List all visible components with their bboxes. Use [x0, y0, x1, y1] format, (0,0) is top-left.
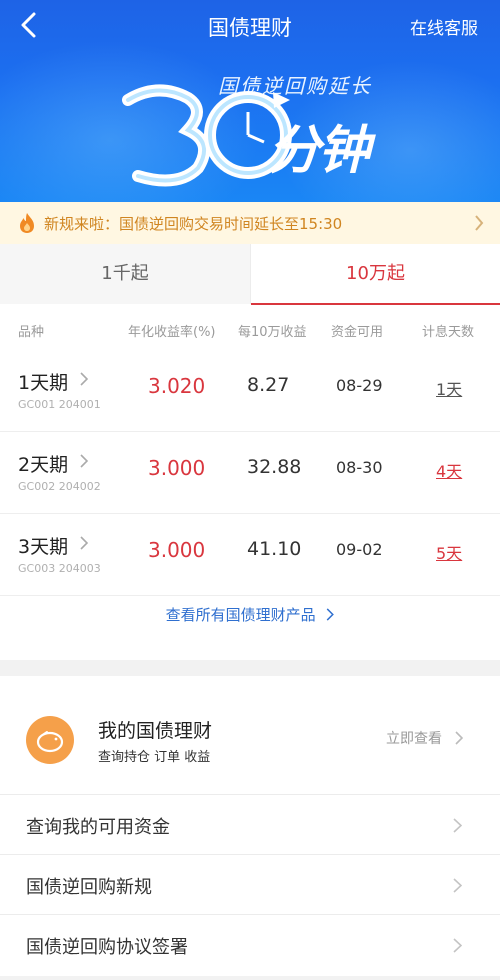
product-days-link[interactable]: 1天: [436, 376, 462, 400]
chevron-right-icon: [80, 536, 88, 550]
product-row[interactable]: 3天期 GC003 204003 3.000 41.10 09-02 5天: [0, 514, 500, 596]
menu-item-available-funds[interactable]: 查询我的可用资金: [0, 794, 500, 854]
col-header-days: 计息天数: [422, 325, 475, 340]
chevron-right-icon: [327, 608, 335, 621]
product-code: GC003 204003: [18, 562, 101, 575]
product-earning: 32.88: [247, 456, 302, 478]
col-header-earning: 每10万收益: [238, 325, 307, 340]
notice-bar[interactable]: 新规来啦：国债逆回购交易时间延长至15:30: [0, 202, 500, 244]
tab-1k[interactable]: 1千起: [0, 244, 250, 304]
chevron-right-icon: [475, 215, 484, 231]
menu-item-new-rules[interactable]: 国债逆回购新规: [0, 854, 500, 914]
chevron-right-icon: [80, 454, 88, 468]
product-row[interactable]: 1天期 GC001 204001 3.020 8.27 08-29 1天: [0, 350, 500, 432]
promo-banner: 国债理财 在线客服 国债逆回购延长 分钟: [0, 0, 500, 202]
chevron-right-icon: [455, 731, 463, 745]
view-all-label: 查看所有国债理财产品: [165, 606, 316, 624]
product-name: 3天期: [18, 536, 69, 558]
product-name: 2天期: [18, 454, 69, 476]
view-now-link[interactable]: 立即查看: [386, 728, 442, 748]
my-investments-title: 我的国债理财: [98, 720, 213, 742]
product-card: 1千起 10万起 品种 年化收益率(%) 每10万收益 资金可用 计息天数 1天…: [0, 244, 500, 660]
my-investments-subtitle: 查询持仓 订单 收益: [98, 750, 211, 765]
chevron-right-icon: [453, 878, 462, 893]
product-available-date: 09-02: [336, 540, 383, 559]
product-row[interactable]: 2天期 GC002 204002 3.000 32.88 08-30 4天: [0, 432, 500, 514]
online-customer-service-link[interactable]: 在线客服: [410, 14, 478, 39]
product-code: GC002 204002: [18, 480, 101, 493]
product-rate: 3.000: [148, 538, 206, 562]
product-days-link[interactable]: 5天: [436, 540, 462, 564]
menu-item-label: 国债逆回购协议签署: [26, 937, 188, 958]
amount-tabs: 1千起 10万起: [0, 244, 500, 305]
promo-unit: 分钟: [268, 121, 370, 181]
product-name: 1天期: [18, 372, 69, 394]
menu-item-label: 国债逆回购新规: [26, 877, 152, 898]
product-earning: 41.10: [247, 538, 302, 560]
tab-100k[interactable]: 10万起: [250, 244, 500, 305]
fire-icon: [20, 213, 34, 233]
col-header-type: 品种: [18, 325, 45, 340]
product-earning: 8.27: [247, 374, 290, 396]
product-code: GC001 204001: [18, 398, 101, 411]
product-available-date: 08-29: [336, 376, 383, 395]
col-header-rate: 年化收益率(%): [128, 325, 216, 340]
chevron-right-icon: [80, 372, 88, 386]
col-header-available: 资金可用: [331, 325, 384, 340]
menu-item-label: 查询我的可用资金: [26, 817, 170, 838]
chevron-right-icon: [453, 818, 462, 833]
view-all-products-link[interactable]: 查看所有国债理财产品: [0, 604, 500, 625]
piggy-bank-icon: [26, 716, 74, 764]
notice-text: 新规来啦：国债逆回购交易时间延长至15:30: [44, 214, 343, 233]
product-rate: 3.000: [148, 456, 206, 480]
my-investments-section: 我的国债理财 查询持仓 订单 收益 立即查看 查询我的可用资金 国债逆回购新规 …: [0, 676, 500, 976]
menu-item-agreement[interactable]: 国债逆回购协议签署: [0, 914, 500, 974]
chevron-right-icon: [453, 938, 462, 953]
product-available-date: 08-30: [336, 458, 383, 477]
product-days-link[interactable]: 4天: [436, 458, 462, 482]
product-rate: 3.020: [148, 374, 206, 398]
